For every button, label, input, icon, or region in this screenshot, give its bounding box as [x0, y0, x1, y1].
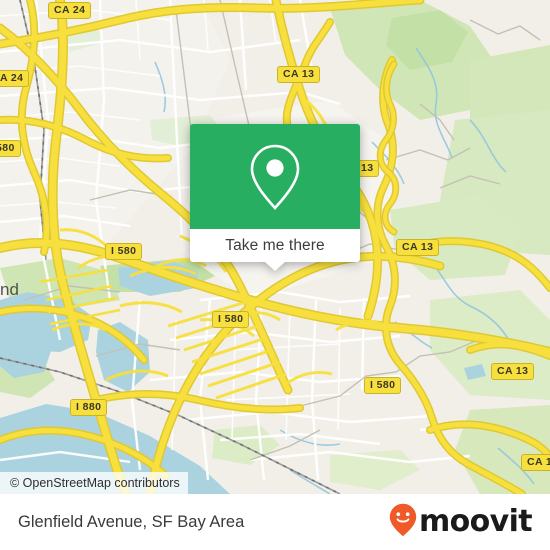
map-page: CA 24 CA 24 CA 13 580 13 I 580 CA 13 I 5… — [0, 0, 550, 550]
moovit-brand[interactable]: moovit — [389, 503, 550, 542]
map-pin-icon — [247, 142, 303, 212]
take-me-there-label: Take me there — [225, 236, 325, 254]
road-shield-ca13-southeast: CA 13 — [491, 363, 535, 380]
take-me-there-button[interactable]: Take me there — [190, 229, 360, 271]
road-shield-i580-west: I 580 — [105, 243, 143, 260]
road-shield-i580-center: I 580 — [212, 311, 250, 328]
location-title: Glenfield Avenue, SF Bay Area — [18, 512, 245, 531]
map-canvas[interactable]: CA 24 CA 24 CA 13 580 13 I 580 CA 13 I 5… — [0, 0, 550, 494]
moovit-smiley-pin-logo-icon — [389, 503, 417, 542]
road-shield-i580-south: I 580 — [364, 377, 402, 394]
road-shield-580-left: 580 — [0, 140, 21, 157]
attribution-text: © OpenStreetMap contributors — [10, 476, 180, 490]
map-attribution[interactable]: © OpenStreetMap contributors — [0, 472, 188, 494]
road-shield-ca13-north: CA 13 — [277, 66, 321, 83]
road-shield-ca24-left: CA 24 — [0, 70, 30, 87]
road-shield-ca13-east: CA 13 — [396, 239, 440, 256]
moovit-wordmark: moovit — [418, 504, 533, 539]
popup-pointer-tail — [265, 262, 285, 271]
popup-image-area — [190, 124, 360, 229]
footer-bar: Glenfield Avenue, SF Bay Area moovit — [0, 494, 550, 550]
road-shield-ca24-top: CA 24 — [48, 2, 92, 19]
destination-popup[interactable]: Take me there — [190, 124, 360, 271]
road-shield-i880: I 880 — [70, 399, 108, 416]
road-shield-ca13-bottom-right: CA 1 — [521, 454, 550, 471]
place-label-oakland: nd — [0, 280, 19, 299]
